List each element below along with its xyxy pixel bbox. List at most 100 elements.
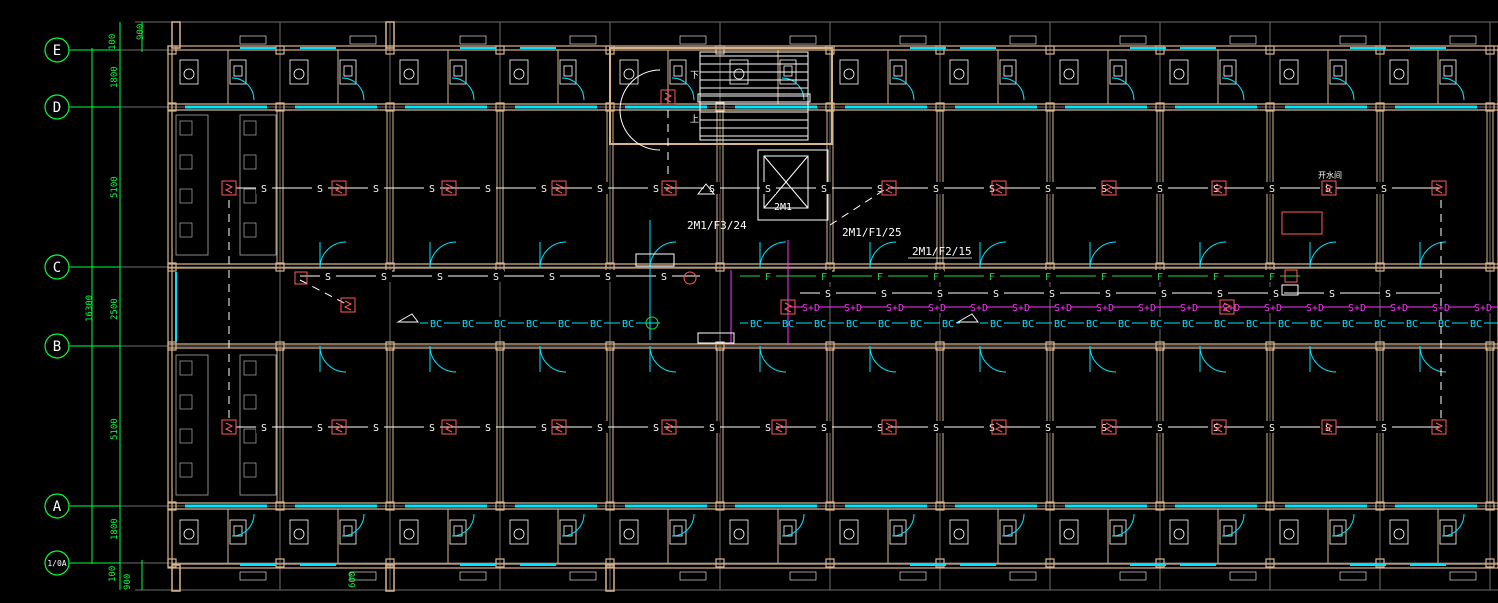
fan-icon <box>349 35 377 45</box>
bath-door-north <box>561 77 585 101</box>
stall-fixture <box>179 360 193 376</box>
water-room-label: 开水间 <box>1318 170 1342 180</box>
bc-line-west-label: BC <box>590 319 602 330</box>
fire-line-corridor-label: F <box>821 272 827 283</box>
smoke-line-corridor-east-label: S <box>993 289 999 300</box>
toilet-icon <box>1283 528 1295 540</box>
sd-line-corridor-label: S+D <box>1264 303 1282 314</box>
toilet-icon <box>403 68 415 80</box>
door-swing-south <box>1309 345 1337 373</box>
smoke-line-corridor-east-label: S <box>1329 289 1335 300</box>
sink-cubicle <box>1329 59 1347 85</box>
cad-floor-plan: 下 上 2M1 SSSSSSSSSSSSSSSSSSSSSSSSSSSSSSSS… <box>0 0 1498 603</box>
bc-line-west-label: BC <box>558 319 570 330</box>
toilet-cubicle <box>1059 519 1079 545</box>
hot-water-panel-icon <box>1281 211 1323 235</box>
smoke-line-north-label: S <box>653 184 659 195</box>
fire-line-corridor-label: F <box>765 272 771 283</box>
bc-line-mid-label: BC <box>910 319 922 330</box>
toilet-cubicle <box>1169 59 1189 85</box>
sink-icon <box>233 65 243 77</box>
toilet-cubicle <box>509 59 529 85</box>
fire-line-corridor-label: F <box>989 272 995 283</box>
sink-icon <box>673 65 683 77</box>
bc-line-east-label: BC <box>1406 319 1418 330</box>
bath-door-north <box>231 77 255 101</box>
bc-line-east-label: BC <box>1054 319 1066 330</box>
smoke-line-north-label: S <box>485 184 491 195</box>
end-pilaster <box>171 564 181 592</box>
sink-cubicle <box>229 519 247 545</box>
bc-line-east-label: BC <box>1374 319 1386 330</box>
bath-door-south <box>671 513 695 537</box>
smoke-line-corridor-west-label: S <box>493 272 499 283</box>
smoke-line-north-label: S <box>765 184 771 195</box>
feeder-label-3: 2M1/F2/15 <box>912 245 972 258</box>
toilet-cubicle <box>179 59 199 85</box>
bath-door-south <box>231 513 255 537</box>
smoke-line-south-label: S <box>261 423 267 434</box>
sink-cubicle <box>889 519 907 545</box>
fan-icon <box>789 35 817 45</box>
grid-bubble-label: A <box>53 499 62 515</box>
wiring-runs: S S S S S S S S S S S S S S S S S S S S SS S S S S S S S S S S S S S S S S S S… <box>228 110 1498 434</box>
stall-fixture <box>243 360 257 376</box>
bath-door-north <box>1331 77 1355 101</box>
door-swing-south <box>539 345 567 373</box>
sink-cubicle <box>1109 519 1127 545</box>
smoke-line-corridor-west-label: S <box>437 272 443 283</box>
bath-door-south <box>1331 513 1355 537</box>
toilet-icon <box>183 528 195 540</box>
bath-door-north <box>1111 77 1135 101</box>
stair-down-label: 下 <box>690 71 699 81</box>
stall-fixture <box>243 188 257 204</box>
sd-line-corridor-label: S+D <box>1390 303 1408 314</box>
dim-top-900: 900 <box>136 24 146 40</box>
smoke-line-north-label: S <box>317 184 323 195</box>
smoke-line-north-label: S <box>1157 184 1163 195</box>
fan-icon <box>679 571 707 581</box>
fan-icon <box>1449 35 1477 45</box>
fire-line-corridor-label: F <box>1157 272 1163 283</box>
smoke-line-south-label: S <box>933 423 939 434</box>
bc-line-west-label: BC <box>430 319 442 330</box>
smoke-line-corridor-east-label: S <box>881 289 887 300</box>
door-swing-south <box>979 345 1007 373</box>
door-swing-south <box>1199 345 1227 373</box>
smoke-line-south-label: S <box>597 423 603 434</box>
sink-icon <box>1003 65 1013 77</box>
sink-cubicle <box>669 59 687 85</box>
bc-line-mid-label: BC <box>750 319 762 330</box>
bc-line-east-label: BC <box>1214 319 1226 330</box>
sd-line-corridor-label: S+D <box>802 303 820 314</box>
smoke-line-north-label: S <box>933 184 939 195</box>
stall-fixture <box>243 120 257 136</box>
smoke-line-south-label: S <box>821 423 827 434</box>
smoke-line-south-label: S <box>1157 423 1163 434</box>
bath-door-north <box>891 77 915 101</box>
smoke-line-corridor-east-label: S <box>1385 289 1391 300</box>
fan-icon <box>899 35 927 45</box>
sink-cubicle <box>999 519 1017 545</box>
fire-line-corridor-label: F <box>933 272 939 283</box>
bc-line-east-label: BC <box>1118 319 1130 330</box>
stall-fixture <box>243 462 257 478</box>
smoke-line-corridor-west-label: S <box>605 272 611 283</box>
sink-icon <box>1113 65 1123 77</box>
toilet-icon <box>843 528 855 540</box>
grid-bubble-label: 1/0A <box>47 559 66 568</box>
toilet-icon <box>1173 528 1185 540</box>
bc-line-east-label: BC <box>1246 319 1258 330</box>
toilet-cubicle <box>1169 519 1189 545</box>
door-swing-south <box>869 345 897 373</box>
stall-fixture <box>179 394 193 410</box>
fan-icon <box>1229 35 1257 45</box>
toilet-cubicle <box>839 519 859 545</box>
bc-line-west-label: BC <box>526 319 538 330</box>
stall-fixture <box>243 154 257 170</box>
smoke-detector-glyph <box>224 183 234 194</box>
fan-icon <box>1339 35 1367 45</box>
smoke-line-south-label: S <box>429 423 435 434</box>
stair-up-label: 上 <box>690 114 699 125</box>
stall-fixture <box>243 394 257 410</box>
